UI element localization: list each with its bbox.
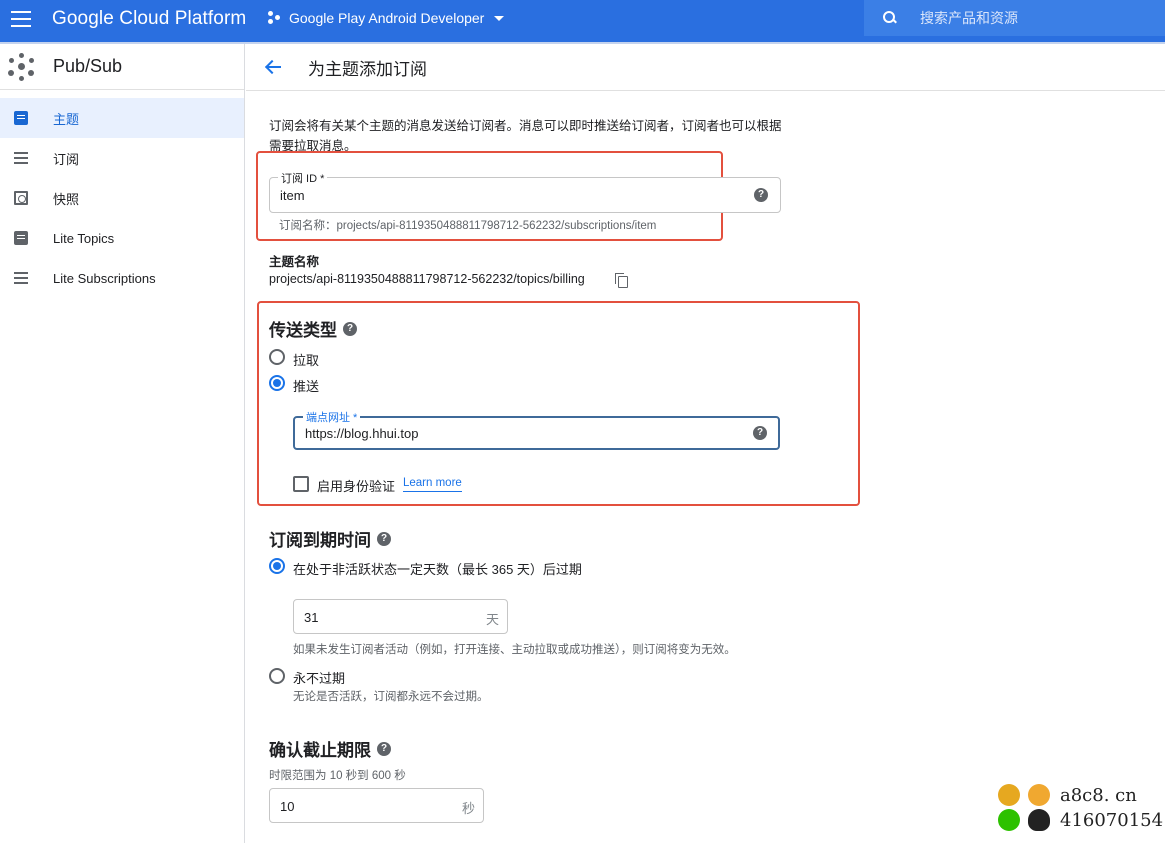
wechat-icon	[998, 809, 1020, 831]
radio-push-label: 推送	[293, 379, 320, 394]
sidebar-item-topics[interactable]: 主题	[0, 98, 244, 138]
expiration-days-input[interactable]: 31 天	[293, 599, 508, 634]
radio-never-expire[interactable]	[269, 668, 285, 684]
sidebar-item-snapshots[interactable]: 快照	[0, 178, 244, 218]
subscription-id-label: 订阅 ID *	[278, 170, 328, 186]
topic-icon	[14, 231, 28, 245]
ack-deadline-title-text: 确认截止期限	[269, 741, 371, 760]
search-icon	[882, 10, 898, 26]
radio-pull-label: 拉取	[293, 353, 320, 368]
topic-name-value: projects/api-8119350488811798712-562232/…	[269, 272, 585, 286]
delivery-type-title: 传送类型 ?	[269, 316, 357, 341]
avatar-icon	[1028, 784, 1050, 806]
top-app-bar: Google Cloud Platform Google Play Androi…	[0, 0, 1165, 42]
expiration-title: 订阅到期时间 ?	[269, 526, 391, 551]
enable-auth-label: 启用身份验证	[317, 479, 396, 494]
help-icon[interactable]: ?	[377, 741, 391, 756]
badge-icon	[998, 784, 1020, 806]
help-icon[interactable]: ?	[377, 531, 391, 546]
ack-deadline-value: 10	[280, 799, 295, 814]
sidebar-item-label: Lite Subscriptions	[53, 270, 156, 286]
project-dots-icon	[267, 10, 283, 26]
chevron-down-icon	[494, 15, 505, 21]
endpoint-url-value: https://blog.hhui.top	[305, 426, 419, 441]
list-icon	[14, 271, 28, 285]
pubsub-logo-icon	[6, 52, 36, 82]
watermark-qq: 416070154	[1060, 810, 1164, 831]
endpoint-url-field[interactable]: 端点网址 * https://blog.hhui.top ?	[293, 409, 780, 450]
subscription-name-hint: 订阅名称：projects/api-8119350488811798712-56…	[279, 220, 657, 232]
sidebar-header: Pub/Sub	[0, 44, 244, 90]
sidebar-item-label: 主题	[53, 111, 80, 127]
learn-more-link[interactable]: Learn more	[403, 477, 462, 492]
radio-expire-inactive[interactable]	[269, 558, 285, 574]
page-header: 为主题添加订阅	[246, 44, 1165, 91]
subscription-id-value: item	[280, 188, 305, 203]
search-input[interactable]: 搜索产品和资源	[864, 0, 1165, 36]
sidebar-item-subscriptions[interactable]: 订阅	[0, 138, 244, 178]
main-content: 为主题添加订阅 订阅会将有关某个主题的消息发送给订阅者。消息可以即时推送给订阅者…	[246, 44, 1165, 843]
help-icon[interactable]: ?	[754, 188, 768, 202]
menu-icon[interactable]	[11, 11, 31, 27]
product-brand[interactable]: Google Cloud Platform	[52, 8, 246, 30]
delivery-type-title-text: 传送类型	[269, 321, 337, 340]
page-title: 为主题添加订阅	[308, 59, 427, 79]
sidebar-item-label: Lite Topics	[53, 230, 115, 246]
enable-auth-checkbox[interactable]	[293, 476, 309, 492]
radio-push[interactable]	[269, 375, 285, 391]
qq-penguin-icon	[1028, 809, 1050, 831]
radio-pull[interactable]	[269, 349, 285, 365]
sidebar-item-lite-subscriptions[interactable]: Lite Subscriptions	[0, 258, 244, 298]
help-icon[interactable]: ?	[753, 426, 767, 440]
expiration-title-text: 订阅到期时间	[269, 531, 371, 550]
ack-deadline-hint: 时限范围为 10 秒到 600 秒	[269, 770, 406, 782]
search-placeholder: 搜索产品和资源	[920, 10, 1018, 26]
watermark: a8c8. cn 416070154	[996, 783, 1165, 843]
subscription-id-field[interactable]: 订阅 ID * item ?	[269, 170, 781, 213]
topic-name-label: 主题名称	[269, 255, 320, 269]
snapshot-icon	[14, 191, 28, 205]
sidebar-item-label: 快照	[53, 191, 80, 207]
sidebar-item-lite-topics[interactable]: Lite Topics	[0, 218, 244, 258]
project-name: Google Play Android Developer	[289, 10, 485, 26]
sidebar: Pub/Sub 主题 订阅 快照 Lite Topics Lite Subscr…	[0, 44, 245, 843]
ack-deadline-input[interactable]: 10 秒	[269, 788, 484, 823]
intro-text: 订阅会将有关某个主题的消息发送给订阅者。消息可以即时推送给订阅者，订阅者也可以根…	[269, 119, 782, 153]
watermark-site: a8c8. cn	[1060, 785, 1137, 806]
project-selector[interactable]: Google Play Android Developer	[267, 10, 505, 26]
days-suffix: 天	[485, 612, 499, 627]
sidebar-item-label: 订阅	[53, 151, 80, 167]
back-arrow-icon[interactable]	[264, 58, 282, 76]
expiration-days-hint: 如果未发生订阅者活动（例如，打开连接、主动拉取或成功推送），则订阅将变为无效。	[293, 644, 736, 656]
seconds-suffix: 秒	[461, 801, 475, 816]
expire-inactive-label: 在处于非活跃状态一定天数（最长 365 天）后过期	[293, 562, 582, 577]
copy-icon[interactable]	[615, 273, 628, 288]
topic-icon	[14, 111, 28, 125]
never-expire-label: 永不过期	[293, 671, 346, 686]
list-icon	[14, 151, 28, 165]
ack-deadline-title: 确认截止期限 ?	[269, 736, 391, 761]
endpoint-url-label: 端点网址 *	[303, 409, 361, 425]
sidebar-title: Pub/Sub	[53, 56, 123, 76]
never-expire-hint: 无论是否活跃，订阅都永远不会过期。	[293, 691, 489, 703]
help-icon[interactable]: ?	[343, 321, 357, 336]
expiration-days-value: 31	[304, 610, 319, 625]
